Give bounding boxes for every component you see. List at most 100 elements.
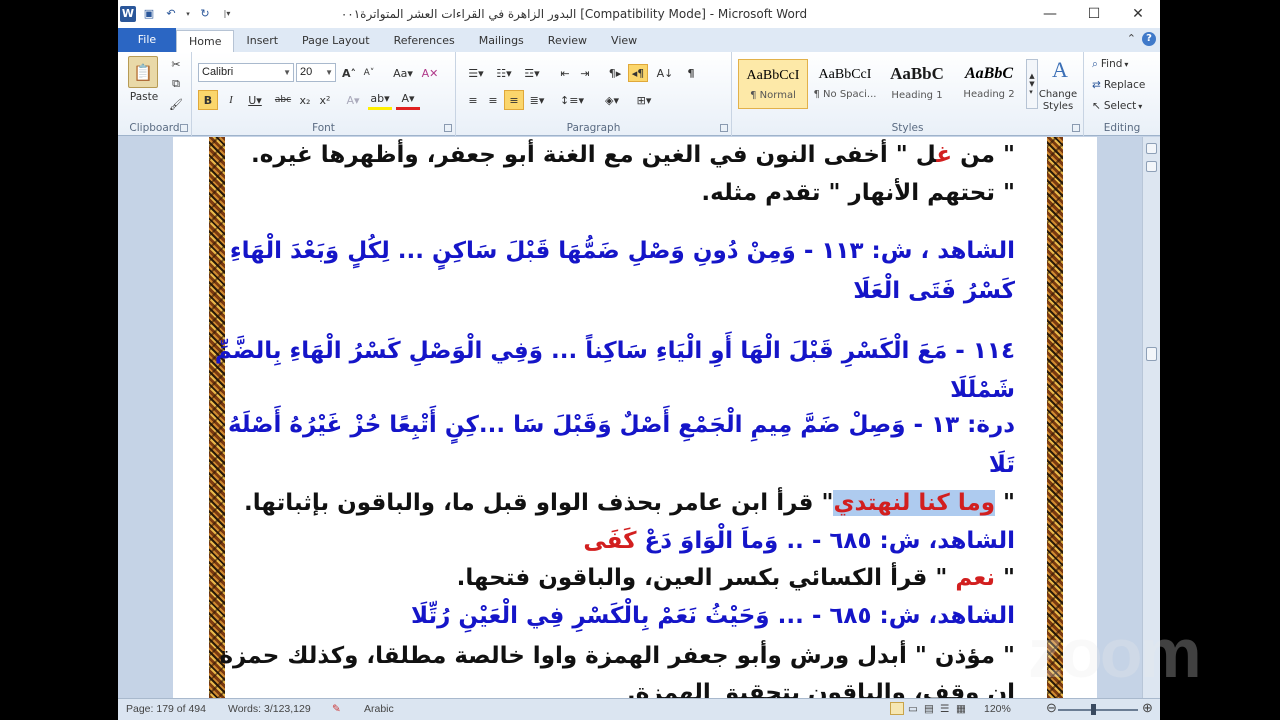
align-right-icon[interactable]: ≡ (504, 90, 524, 110)
shrink-font-icon[interactable]: A˅ (360, 64, 378, 82)
style-sample: AaBbC (890, 64, 944, 83)
font-launcher-icon[interactable] (444, 124, 452, 132)
increase-indent-icon[interactable]: ⇥ (576, 64, 594, 82)
tab-insert[interactable]: Insert (234, 30, 290, 52)
change-styles-icon[interactable]: A (1046, 56, 1074, 84)
font-size-select[interactable]: 20 ▼ (296, 63, 336, 82)
select-button[interactable]: ↖ Select ▾ (1092, 98, 1156, 114)
change-case-icon[interactable]: Aa▾ (390, 64, 416, 82)
show-marks-icon[interactable]: ¶ (682, 64, 700, 82)
underline-button[interactable]: U▾ (244, 90, 266, 110)
zoom-level[interactable]: 120% (984, 703, 1011, 715)
text-line: " وما كنا لنهتدي" قرأ ابن عامر بحذف الوا… (244, 487, 1015, 519)
replace-button[interactable]: ⇄ Replace (1092, 77, 1156, 93)
sort-icon[interactable]: A↓ (656, 64, 674, 82)
print-layout-icon[interactable] (890, 702, 904, 715)
tab-view[interactable]: View (599, 30, 649, 52)
text-line: درة: ١٣ - وَصِلْ ضَمَّ مِيمِ الْجَمْعِ أ… (227, 412, 1015, 438)
minimize-ribbon-icon[interactable]: ⌃ (1127, 32, 1136, 46)
superscript-button[interactable]: x² (316, 90, 334, 110)
styles-label: Styles (891, 122, 924, 134)
styles-launcher-icon[interactable] (1072, 124, 1080, 132)
bold-button[interactable]: B (198, 90, 218, 110)
text-line: كَسْرُ فَتَى الْعَلَا (853, 278, 1015, 304)
change-styles-button[interactable]: Change Styles (1034, 88, 1082, 114)
outline-icon[interactable]: ☰ (940, 703, 949, 715)
shading-icon[interactable]: ◈▾ (600, 90, 624, 110)
word-count[interactable]: Words: 3/123,129 (228, 703, 311, 715)
full-screen-icon[interactable]: ▭ (908, 703, 918, 715)
zoom-slider[interactable] (1058, 704, 1138, 715)
style-no-spacing[interactable]: AaBbCcI ¶ No Spaci... (810, 59, 880, 109)
borders-icon[interactable]: ⊞▾ (632, 90, 656, 110)
binoculars-icon: ⌕ (1092, 57, 1098, 70)
selected-text[interactable]: وما كنا لنهتدي (833, 490, 995, 516)
text-line: شَمْلَلَا (950, 377, 1015, 403)
decrease-indent-icon[interactable]: ⇤ (556, 64, 574, 82)
tab-references[interactable]: References (382, 30, 467, 52)
italic-button[interactable]: I (222, 90, 240, 110)
text-effects-icon[interactable]: A▾ (342, 90, 364, 110)
multilevel-list-icon[interactable]: ☲▾ (520, 64, 544, 82)
tab-review[interactable]: Review (536, 30, 599, 52)
tab-mailings[interactable]: Mailings (467, 30, 536, 52)
maximize-button[interactable]: ☐ (1072, 0, 1116, 28)
scroll-up-icon[interactable] (1146, 161, 1157, 172)
paragraph-label: Paragraph (566, 122, 621, 134)
clipboard-launcher-icon[interactable] (180, 124, 188, 132)
replace-icon: ⇄ (1092, 79, 1101, 91)
style-heading-2[interactable]: AaBbC Heading 2 (954, 59, 1024, 109)
ruler-toggle-icon[interactable] (1146, 143, 1157, 154)
font-color-icon[interactable]: A▾ (396, 90, 420, 110)
numbering-icon[interactable]: ☷▾ (492, 64, 516, 82)
tab-page-layout[interactable]: Page Layout (290, 30, 382, 52)
justify-icon[interactable]: ≣▾ (526, 90, 548, 110)
grow-font-icon[interactable]: A˄ (340, 64, 358, 82)
zoom-out-icon[interactable]: ⊖ (1046, 700, 1057, 716)
highlight-color-icon[interactable]: ab▾ (368, 90, 392, 110)
font-label: Font (312, 122, 335, 134)
zoom-slider-knob[interactable] (1091, 704, 1096, 715)
style-normal[interactable]: AaBbCcI ¶ Normal (738, 59, 808, 109)
ltr-paragraph-icon[interactable]: ¶▸ (606, 64, 624, 82)
bullets-icon[interactable]: ☰▾ (464, 64, 488, 82)
align-left-icon[interactable]: ≡ (464, 90, 482, 110)
paragraph-launcher-icon[interactable] (720, 124, 728, 132)
clear-formatting-icon[interactable]: A✕ (420, 64, 440, 82)
web-layout-icon[interactable]: ▤ (924, 703, 934, 715)
copy-icon[interactable]: ⧉ (168, 76, 184, 92)
strikethrough-button[interactable]: abc (272, 90, 294, 110)
line-text: " من (952, 142, 1015, 168)
text-line: تَلَا (988, 452, 1015, 478)
cut-icon[interactable]: ✂ (168, 56, 184, 72)
style-heading-1[interactable]: AaBbC Heading 1 (882, 59, 952, 109)
proofing-icon[interactable]: ✎ (332, 703, 341, 715)
paste-icon[interactable]: 📋 (128, 56, 158, 88)
find-button[interactable]: ⌕ Find ▾ (1092, 56, 1156, 72)
minimize-button[interactable]: — (1028, 0, 1072, 28)
scroll-thumb[interactable] (1146, 347, 1157, 361)
draft-icon[interactable]: ▦ (956, 703, 966, 715)
document-area: " من غل " أخفى النون في الغين مع الغنة أ… (118, 137, 1160, 698)
font-name-select[interactable]: Calibri ▼ (198, 63, 294, 82)
zoom-watermark: zoom (1028, 614, 1202, 692)
cursor-icon: ↖ (1092, 100, 1101, 112)
language-indicator[interactable]: Arabic (364, 703, 394, 715)
zoom-in-icon[interactable]: ⊕ (1142, 700, 1153, 716)
close-button[interactable]: ✕ (1116, 0, 1160, 28)
page-border-left (209, 137, 225, 698)
document-page[interactable]: " من غل " أخفى النون في الغين مع الغنة أ… (173, 137, 1097, 698)
align-center-icon[interactable]: ≡ (484, 90, 502, 110)
subscript-button[interactable]: x₂ (296, 90, 314, 110)
paste-button[interactable]: Paste (124, 90, 164, 104)
tab-home[interactable]: Home (176, 30, 235, 52)
line-spacing-icon[interactable]: ↕≡▾ (560, 90, 584, 110)
format-painter-icon[interactable]: 🖌 (168, 96, 184, 112)
paragraph-group: ☰▾ ☷▾ ☲▾ ⇤ ⇥ ¶▸ ◂¶ A↓ ¶ ≡ ≡ ≡ ≣▾ ↕≡▾ ◈▾ … (456, 52, 732, 136)
style-name: Heading 2 (963, 89, 1015, 100)
rtl-paragraph-icon[interactable]: ◂¶ (628, 64, 648, 82)
help-icon[interactable]: ? (1142, 32, 1156, 46)
tab-file[interactable]: File (118, 28, 176, 52)
style-name: ¶ No Spaci... (813, 89, 877, 100)
page-count[interactable]: Page: 179 of 494 (126, 703, 206, 715)
